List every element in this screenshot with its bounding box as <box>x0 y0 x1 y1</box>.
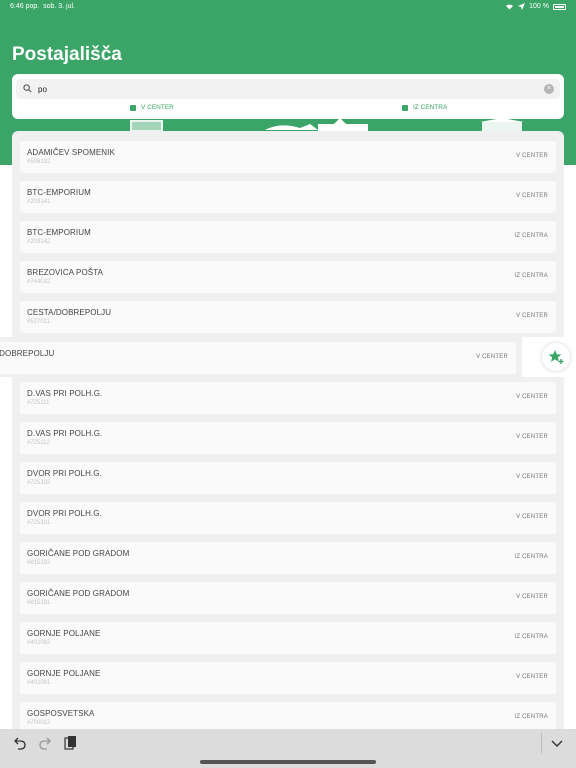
stop-code: #725112 <box>27 440 50 446</box>
add-favorite-button[interactable] <box>542 343 570 371</box>
list-item[interactable]: ADAMIČEV SPOMENIK #506132 V CENTER <box>20 141 556 173</box>
stop-code: #725111 <box>27 400 50 406</box>
list-item[interactable]: BTC-EMPORIUM #203142 IZ CENTRA <box>20 221 556 253</box>
clear-search-icon[interactable]: × <box>544 84 554 94</box>
star-plus-icon <box>548 350 564 364</box>
list-item[interactable]: GORIČANE POD GRADOM #815191 V CENTER <box>20 582 556 614</box>
stop-direction: IZ CENTRA <box>514 554 548 560</box>
toolbar-divider <box>541 733 542 753</box>
stop-name: D.VAS PRI POLH.G. <box>27 389 103 398</box>
filter-v-center[interactable]: V CENTER <box>130 104 174 111</box>
swipe-action-area <box>522 337 576 377</box>
stop-direction: IZ CENTRA <box>514 273 548 279</box>
list-item[interactable]: D.VAS PRI POLH.G. #725112 V CENTER <box>20 422 556 454</box>
redo-icon[interactable] <box>37 735 53 751</box>
stop-direction: V CENTER <box>516 594 548 600</box>
list-item[interactable]: GOSPOSVETSKA #700012 IZ CENTRA <box>20 702 556 731</box>
filter-v-center-label: V CENTER <box>141 104 174 111</box>
status-time-date: 6:46 pop. sob. 3. jul. <box>10 3 75 10</box>
search-card: × V CENTER IZ CENTRA <box>12 74 564 119</box>
stop-code: #744032 <box>27 279 51 285</box>
stop-name: GORNJE POLJANE <box>27 629 101 638</box>
stop-code: #203141 <box>27 199 51 205</box>
stop-direction: V CENTER <box>516 394 548 400</box>
list-item-swiped[interactable]: TA/DOBREPOLJU 7012 V CENTER <box>0 342 516 374</box>
stop-direction: IZ CENTRA <box>514 714 548 720</box>
filter-iz-centra-label: IZ CENTRA <box>413 104 448 111</box>
stop-direction: V CENTER <box>516 434 548 440</box>
stop-code: #815192 <box>27 560 51 566</box>
chevron-down-icon[interactable] <box>549 735 565 751</box>
stop-name: CESTA/DOBREPOLJU <box>27 308 112 317</box>
wifi-icon <box>506 4 514 10</box>
battery-icon <box>553 3 566 10</box>
stop-code: #815191 <box>27 600 51 606</box>
list-item[interactable]: BTC-EMPORIUM #203141 V CENTER <box>20 181 556 213</box>
stop-direction: V CENTER <box>476 354 508 360</box>
stop-code: #506132 <box>27 159 51 165</box>
stop-name: DVOR PRI POLH.G. <box>27 469 102 478</box>
stop-name: BTC-EMPORIUM <box>27 228 91 237</box>
stop-name: GORNJE POLJANE <box>27 669 101 678</box>
paste-icon[interactable] <box>62 735 78 751</box>
filter-iz-centra[interactable]: IZ CENTRA <box>402 104 447 111</box>
filter-iz-centra-checkbox-icon <box>402 104 408 111</box>
stop-name: D.VAS PRI POLH.G. <box>27 429 103 438</box>
stop-name: GORIČANE POD GRADOM <box>27 549 130 558</box>
status-indicators: 100 % <box>505 3 566 10</box>
stops-list[interactable]: ADAMIČEV SPOMENIK #506132 V CENTER BTC-E… <box>12 131 564 731</box>
search-icon <box>23 84 32 93</box>
stop-code: #402061 <box>27 680 51 686</box>
stop-name: BREZOVICA POŠTA <box>27 268 104 277</box>
stop-name: TA/DOBREPOLJU <box>0 349 55 358</box>
stop-name: BTC-EMPORIUM <box>27 188 91 197</box>
list-item[interactable]: GORNJE POLJANE #402061 V CENTER <box>20 662 556 694</box>
page-title: Postajališča <box>12 44 122 65</box>
list-item[interactable]: BREZOVICA POŠTA #744032 IZ CENTRA <box>20 261 556 293</box>
stop-name: GOSPOSVETSKA <box>27 709 95 718</box>
status-time: 6:46 pop. <box>10 3 40 10</box>
list-item[interactable]: GORIČANE POD GRADOM #815192 IZ CENTRA <box>20 542 556 574</box>
stop-direction: V CENTER <box>516 474 548 480</box>
stop-code: #700012 <box>27 720 51 726</box>
home-indicator <box>200 760 376 764</box>
battery-percent: 100 % <box>529 3 549 10</box>
list-item[interactable]: D.VAS PRI POLH.G. #725111 V CENTER <box>20 382 556 414</box>
stop-direction: V CENTER <box>516 313 548 319</box>
stop-name: DVOR PRI POLH.G. <box>27 509 102 518</box>
list-item[interactable]: DVOR PRI POLH.G. #725102 V CENTER <box>20 462 556 494</box>
stop-direction: IZ CENTRA <box>514 233 548 239</box>
status-date: sob. 3. jul. <box>43 3 76 10</box>
stop-code: #527011 <box>27 319 50 325</box>
stop-direction: V CENTER <box>516 193 548 199</box>
status-bar: 6:46 pop. sob. 3. jul. 100 % <box>0 0 576 14</box>
filter-v-center-checkbox-icon <box>130 104 136 111</box>
stop-name: ADAMIČEV SPOMENIK <box>27 148 115 157</box>
stop-direction: IZ CENTRA <box>514 634 548 640</box>
location-icon <box>518 3 526 10</box>
stop-code: #203142 <box>27 239 51 245</box>
search-input[interactable] <box>38 81 538 97</box>
stop-direction: V CENTER <box>516 674 548 680</box>
stop-code: #725101 <box>27 520 51 526</box>
stop-code: #725102 <box>27 480 51 486</box>
stop-direction: V CENTER <box>516 514 548 520</box>
list-item[interactable]: CESTA/DOBREPOLJU #527011 V CENTER <box>20 301 556 333</box>
stop-direction: V CENTER <box>516 153 548 159</box>
list-item[interactable]: DVOR PRI POLH.G. #725101 V CENTER <box>20 502 556 534</box>
undo-icon[interactable] <box>12 735 28 751</box>
list-item[interactable]: GORNJE POLJANE #402062 IZ CENTRA <box>20 622 556 654</box>
stop-name: GORIČANE POD GRADOM <box>27 589 130 598</box>
search-field[interactable]: × <box>16 79 560 99</box>
stop-code: #402062 <box>27 640 51 646</box>
